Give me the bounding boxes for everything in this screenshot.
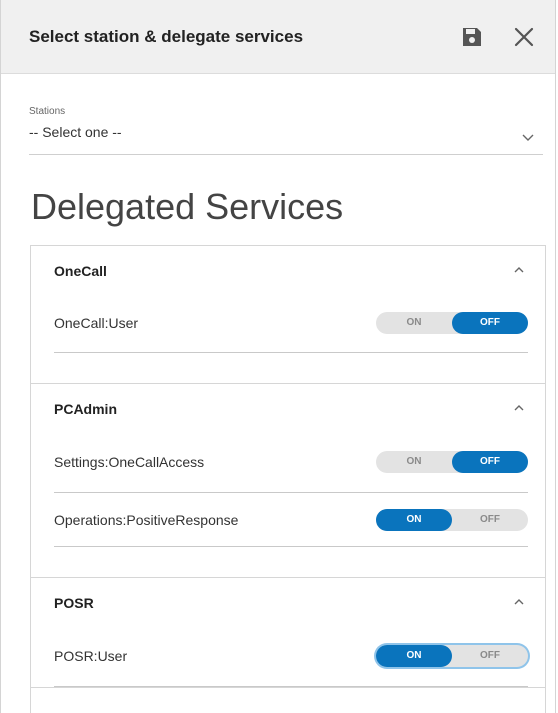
- close-icon: [514, 27, 534, 46]
- save-button[interactable]: [455, 20, 489, 54]
- toggle-off-option[interactable]: OFF: [452, 645, 528, 667]
- service-group-pcadmin: PCAdmin Settings:OneCallAccess ON OFF Op…: [31, 384, 545, 578]
- toggle-off-option[interactable]: OFF: [452, 509, 528, 531]
- panel-header: Select station & delegate services: [1, 0, 555, 74]
- group-name: POSR: [54, 595, 94, 611]
- stations-select[interactable]: -- Select one --: [29, 120, 543, 155]
- group-header-onecall[interactable]: OneCall: [54, 246, 545, 294]
- delegate-services-panel: Select station & delegate services Stati…: [0, 0, 556, 713]
- service-toggle[interactable]: ON OFF: [376, 508, 528, 531]
- panel-title: Select station & delegate services: [29, 26, 304, 46]
- stations-field: Stations -- Select one --: [29, 106, 543, 155]
- chevron-down-icon: [522, 134, 534, 141]
- chevron-up-icon: [511, 262, 527, 278]
- toggle-off-option[interactable]: OFF: [452, 451, 528, 473]
- chevron-up-icon: [511, 400, 527, 416]
- toggle-on-option[interactable]: ON: [376, 312, 452, 334]
- service-name: OneCall:User: [54, 315, 139, 331]
- service-toggle[interactable]: ON OFF: [376, 645, 528, 667]
- service-row: Operations:PositiveResponse ON OFF: [54, 493, 528, 547]
- group-header-posr[interactable]: POSR: [54, 578, 545, 626]
- service-toggle[interactable]: ON OFF: [376, 451, 528, 473]
- save-icon: [463, 27, 481, 46]
- service-name: Operations:PositiveResponse: [54, 511, 239, 528]
- stations-selected-value: -- Select one --: [29, 124, 122, 140]
- close-button[interactable]: [507, 20, 541, 54]
- group-name: PCAdmin: [54, 401, 117, 417]
- group-header-pcadmin[interactable]: PCAdmin: [54, 384, 545, 432]
- service-name: POSR:User: [54, 648, 128, 664]
- toggle-on-option[interactable]: ON: [376, 645, 452, 667]
- toggle-on-option[interactable]: ON: [376, 451, 452, 473]
- toggle-off-option[interactable]: OFF: [452, 312, 528, 334]
- chevron-up-icon: [511, 594, 527, 610]
- service-row: OneCall:User ON OFF: [54, 294, 528, 353]
- toggle-on-option[interactable]: ON: [376, 508, 452, 531]
- service-row: Settings:OneCallAccess ON OFF: [54, 432, 528, 493]
- services-list: OneCall OneCall:User ON OFF PCAdmin Sett…: [30, 245, 546, 713]
- service-group-posr: POSR POSR:User ON OFF: [31, 578, 545, 688]
- service-name: Settings:OneCallAccess: [54, 454, 205, 470]
- section-title: Delegated Services: [31, 186, 344, 227]
- service-row: POSR:User ON OFF: [54, 626, 528, 687]
- stations-label: Stations: [29, 106, 66, 117]
- service-group-onecall: OneCall OneCall:User ON OFF: [31, 246, 545, 384]
- service-toggle[interactable]: ON OFF: [376, 312, 528, 334]
- group-name: OneCall: [54, 263, 107, 279]
